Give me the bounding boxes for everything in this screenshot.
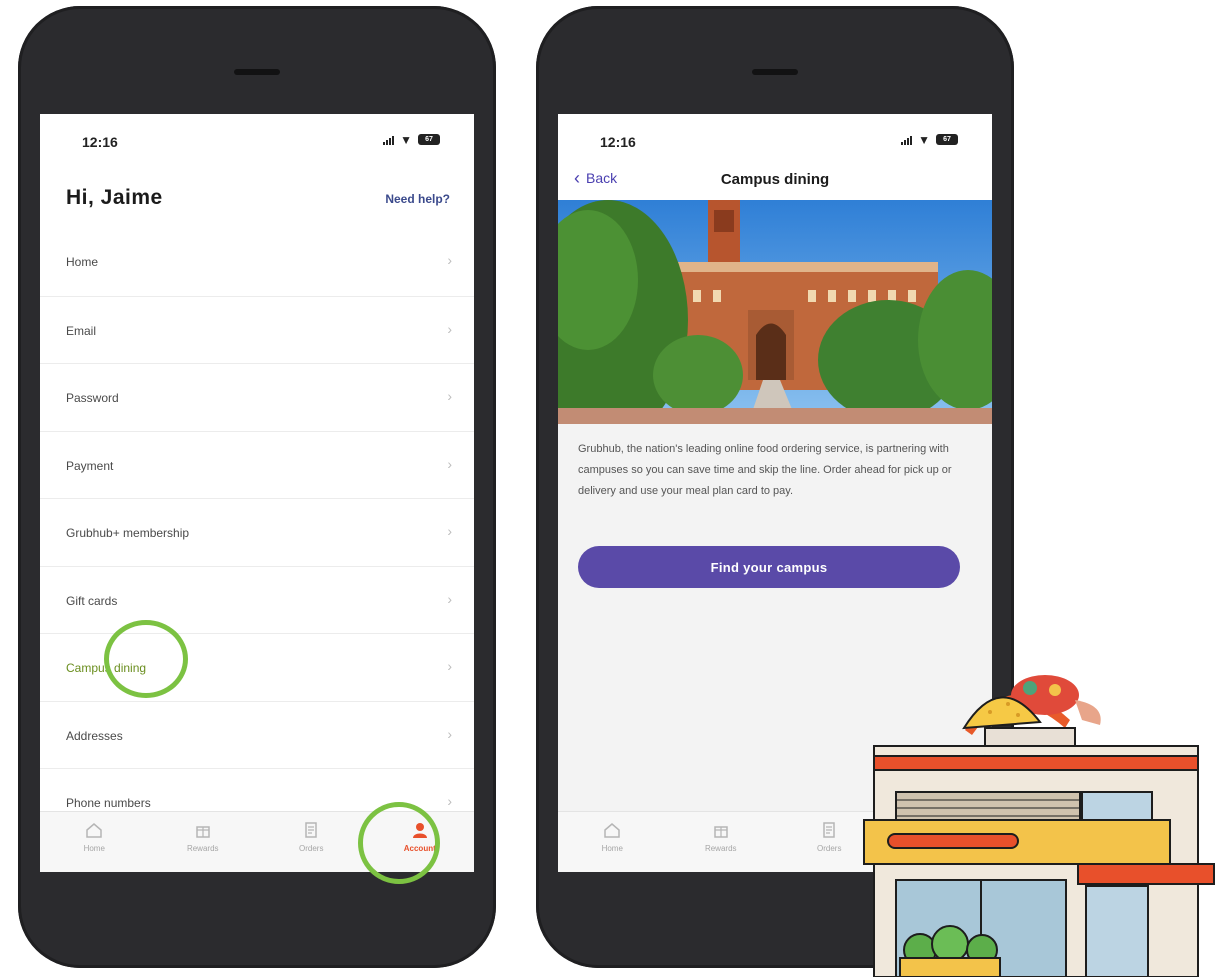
tab-label: Home <box>601 844 623 853</box>
wifi-icon: ▼ <box>400 132 412 147</box>
menu-item-home[interactable]: Home › <box>40 228 474 296</box>
rewards-icon <box>196 826 210 838</box>
status-icons: ▼ 67 <box>383 132 440 147</box>
menu-item-label: Grubhub+ membership <box>66 526 190 540</box>
page-title: Hi, Jaime <box>66 186 163 209</box>
tab-orders[interactable]: Orders <box>257 812 366 872</box>
nav-bar: ‹ Back Campus dining <box>558 162 992 202</box>
campus-dining-description: Grubhub, the nation's leading online foo… <box>578 443 952 497</box>
chevron-right-icon: › <box>447 252 452 268</box>
find-your-campus-button[interactable]: Find your campus <box>578 546 960 588</box>
menu-item-gift-cards[interactable]: Gift cards › <box>40 565 474 634</box>
battery-icon: 67 <box>936 134 958 145</box>
page-title: Campus dining <box>720 171 830 188</box>
home-icon <box>604 823 620 838</box>
chevron-right-icon: › <box>447 523 452 539</box>
menu-item-payment[interactable]: Payment › <box>40 430 474 499</box>
orders-icon <box>305 822 317 838</box>
restaurant-illustration <box>863 675 1215 977</box>
status-bar: 12:16 ▼ 67 <box>40 114 474 174</box>
tab-home[interactable]: Home <box>40 812 149 872</box>
menu-item-label: Email <box>66 323 97 338</box>
menu-item-addresses[interactable]: Addresses › <box>40 700 474 769</box>
tab-rewards[interactable]: Rewards <box>149 812 258 872</box>
need-help-link[interactable]: Need help? <box>385 192 450 206</box>
chevron-right-icon: › <box>447 793 452 809</box>
status-time: 12:16 <box>82 134 118 150</box>
menu-item-label: Addresses <box>66 728 123 743</box>
chevron-right-icon: › <box>447 725 452 742</box>
status-icons: ▼ 67 <box>901 132 958 147</box>
menu-item-password[interactable]: Password › <box>40 363 474 431</box>
signal-icon <box>383 135 395 145</box>
tab-label: Home <box>83 844 105 853</box>
menu-item-label: Home <box>66 255 99 269</box>
orders-icon <box>823 822 835 838</box>
tab-label: Rewards <box>704 844 737 853</box>
chevron-right-icon: › <box>447 658 452 674</box>
rewards-icon <box>714 826 728 838</box>
account-screen: 12:16 ▼ 67 Hi, Jaime Need help? Home › E… <box>40 114 474 872</box>
menu-item-label: Phone numbers <box>66 796 151 810</box>
chevron-right-icon: › <box>447 320 452 337</box>
chevron-right-icon: › <box>447 388 452 404</box>
account-menu: Home › Email › Password › Payment › Grub… <box>40 228 474 836</box>
chevron-right-icon: › <box>447 590 452 607</box>
signal-icon <box>901 135 913 145</box>
battery-icon: 67 <box>418 134 440 145</box>
tab-label: Orders <box>299 844 324 853</box>
status-time: 12:16 <box>600 134 636 150</box>
tab-home[interactable]: Home <box>558 812 667 872</box>
tab-rewards[interactable]: Rewards <box>667 812 776 872</box>
home-icon <box>86 823 102 838</box>
menu-item-label: Payment <box>66 458 114 473</box>
menu-item-label: Password <box>66 391 119 405</box>
highlight-ring-campus-dining <box>104 620 188 698</box>
chevron-right-icon: › <box>447 455 452 472</box>
phone-speaker <box>234 69 280 75</box>
menu-item-label: Gift cards <box>66 593 118 608</box>
menu-item-email[interactable]: Email › <box>40 295 474 364</box>
menu-item-membership[interactable]: Grubhub+ membership › <box>40 498 474 566</box>
highlight-ring-account-tab <box>358 802 440 884</box>
tab-label: Rewards <box>186 844 219 853</box>
campus-building-image <box>558 200 992 424</box>
phone-speaker <box>752 69 798 75</box>
wifi-icon: ▼ <box>918 132 930 147</box>
